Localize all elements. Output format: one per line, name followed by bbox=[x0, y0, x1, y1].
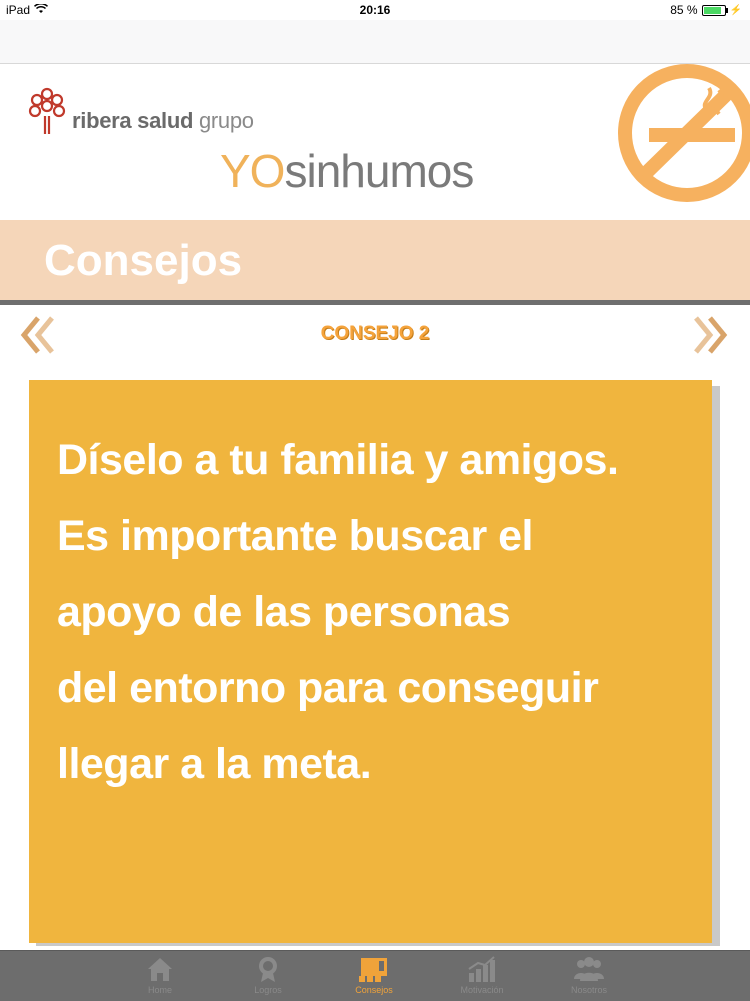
battery-icon bbox=[701, 4, 728, 16]
tab-bar: Home Logros Consejos Motivación Nosotros bbox=[0, 950, 750, 1001]
battery-percent: 85 % bbox=[670, 3, 698, 17]
tip-line: Díselo a tu familia y amigos. bbox=[57, 436, 619, 484]
app-title-humos: humos bbox=[340, 145, 474, 197]
tab-nosotros[interactable]: Nosotros bbox=[549, 955, 629, 995]
tab-label: Home bbox=[147, 985, 172, 995]
tab-motivacion[interactable]: Motivación bbox=[442, 955, 522, 995]
tip-line: del entorno para conseguir bbox=[57, 664, 599, 712]
home-icon bbox=[148, 958, 172, 981]
tip-pager: CONSEJO 2 bbox=[0, 305, 750, 365]
tab-label: Logros bbox=[254, 985, 282, 995]
tip-card: Díselo a tu familia y amigos. Es importa… bbox=[29, 380, 712, 943]
tip-text: Díselo a tu familia y amigos. Es importa… bbox=[57, 422, 697, 802]
people-icon bbox=[574, 957, 604, 981]
brand-name-bold: ribera salud bbox=[72, 107, 194, 133]
chart-icon bbox=[468, 956, 495, 982]
next-tip-button[interactable] bbox=[688, 315, 730, 355]
tip-number-title: CONSEJO 2 bbox=[320, 323, 430, 344]
tab-label: Consejos bbox=[355, 985, 393, 995]
tip-line: llegar a la meta. bbox=[57, 740, 372, 788]
tab-logros[interactable]: Logros bbox=[228, 955, 308, 995]
app-title-yo: YO bbox=[220, 145, 285, 197]
tab-label: Nosotros bbox=[570, 985, 607, 995]
tip-line: apoyo de las personas bbox=[57, 588, 511, 636]
section-title: Consejos bbox=[44, 236, 243, 285]
status-time: 20:16 bbox=[359, 3, 391, 17]
advice-icon bbox=[359, 958, 387, 982]
brand-name-light: grupo bbox=[198, 107, 254, 133]
section-band: Consejos bbox=[0, 220, 750, 300]
tip-line: Es importante buscar el bbox=[57, 512, 534, 560]
medal-icon bbox=[259, 957, 277, 982]
app-title-sin: sin bbox=[284, 145, 341, 197]
tab-label: Motivación bbox=[460, 985, 504, 995]
status-bar: iPad 20:16 85 % ⚡ bbox=[0, 0, 750, 20]
brand-name: ribera salud grupo bbox=[72, 108, 254, 134]
tree-logo-icon bbox=[28, 86, 66, 141]
brand-logo: ribera salud grupo bbox=[28, 86, 254, 141]
tab-home[interactable]: Home bbox=[120, 955, 200, 995]
charging-icon: ⚡ bbox=[729, 4, 742, 16]
tab-consejos[interactable]: Consejos bbox=[334, 955, 414, 995]
app-title: YOsinhumos bbox=[220, 144, 474, 198]
no-smoking-icon bbox=[615, 58, 750, 208]
double-chevron-right-icon bbox=[694, 316, 728, 354]
